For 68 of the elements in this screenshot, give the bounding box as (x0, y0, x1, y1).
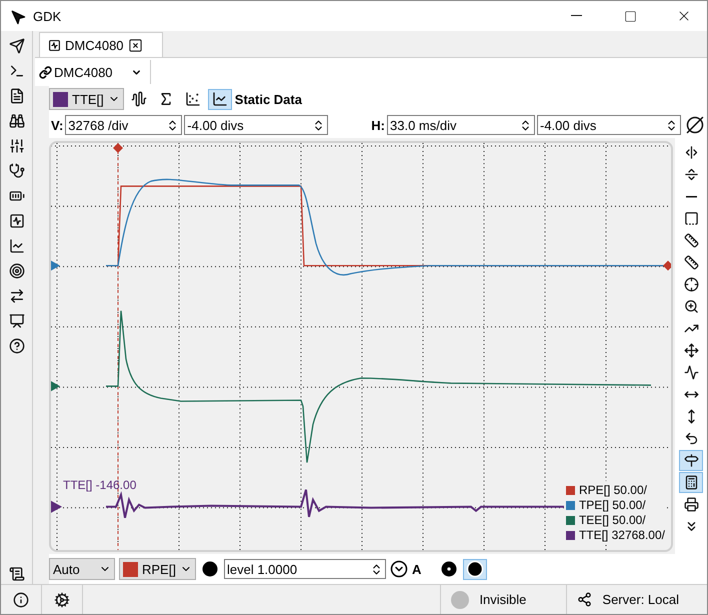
presenter-icon (8, 312, 24, 328)
chevron-circle-icon[interactable] (390, 560, 408, 578)
waveform-icon (130, 91, 147, 107)
visibility-button[interactable]: Invisible (440, 585, 566, 614)
pulse-icon (684, 365, 698, 380)
stethoscope-icon (8, 162, 24, 178)
ruler-icon (684, 255, 698, 270)
window-title: GDK (33, 8, 62, 24)
tab-label: DMC4080 (65, 38, 124, 52)
status-dot (451, 590, 470, 608)
server-button[interactable]: Server: Local (566, 585, 707, 614)
legend-label: TEE[] 50.00/ (578, 513, 646, 527)
dash-icon (686, 196, 696, 198)
line-chart-icon (8, 238, 24, 254)
square-ruler-icon (684, 211, 698, 226)
trigger-mode-dropdown[interactable]: Auto (49, 558, 115, 580)
horizontal-cursors-icon (684, 167, 698, 182)
maximize-icon (624, 10, 636, 22)
legend-label: TTE[] 32768.00/ (578, 528, 665, 542)
paper-plane-icon (8, 38, 24, 54)
waveform-icon (8, 212, 24, 228)
arrows-icon (8, 288, 24, 304)
slashed-circle-icon (686, 116, 704, 134)
view-label: Static Data (234, 92, 302, 106)
printer-icon (684, 497, 698, 512)
play-button[interactable] (463, 558, 488, 580)
vertical-cursors-icon (684, 145, 698, 160)
zoom-icon (684, 299, 698, 314)
document-icon (8, 88, 24, 104)
vertical-label: V: (51, 118, 64, 132)
move-icon (684, 343, 698, 358)
info-icon (13, 592, 29, 608)
waveform-icon (48, 38, 61, 52)
legend-label: RPE[] 50.00/ (578, 483, 647, 497)
scatter-chart-icon (184, 91, 201, 107)
help-icon (8, 338, 24, 354)
line-chart-icon (212, 91, 228, 107)
minimize-icon (570, 15, 582, 17)
dot-circle-icon[interactable] (439, 559, 460, 579)
calculator-button[interactable] (679, 472, 703, 493)
document-tab[interactable]: DMC4080 (39, 32, 163, 57)
marker-icon[interactable] (51, 260, 60, 271)
line-chart-button[interactable] (208, 88, 232, 110)
undo-icon (684, 431, 698, 446)
channel-dropdown[interactable]: TTE[] (49, 88, 124, 110)
legend-label: TPE[] 50.00/ (578, 498, 646, 512)
terminal-icon (8, 62, 24, 78)
horizontal-label: H: (371, 118, 385, 132)
edge-label: A (412, 562, 422, 576)
diamond-icon[interactable] (663, 260, 671, 271)
sliders-icon (8, 138, 24, 154)
trigger-channel-dropdown[interactable]: RPE[] (119, 558, 196, 580)
target-icon (8, 262, 24, 278)
link-icon (39, 66, 52, 78)
share-icon (577, 592, 592, 607)
crosshair-icon (684, 277, 698, 292)
trace-readout: TTE[] -146.00 (63, 478, 136, 492)
marker-icon[interactable] (51, 500, 62, 513)
settings-icon (54, 592, 70, 608)
scroll-icon (8, 566, 24, 582)
diamond-icon[interactable] (113, 143, 123, 154)
signpost-icon (684, 453, 698, 468)
calculator-icon (684, 475, 698, 490)
ruler-icon (684, 233, 698, 248)
close-icon[interactable] (128, 38, 143, 52)
signpost-button[interactable] (679, 450, 703, 471)
marker-icon[interactable] (51, 381, 60, 392)
binoculars-icon (8, 112, 24, 128)
